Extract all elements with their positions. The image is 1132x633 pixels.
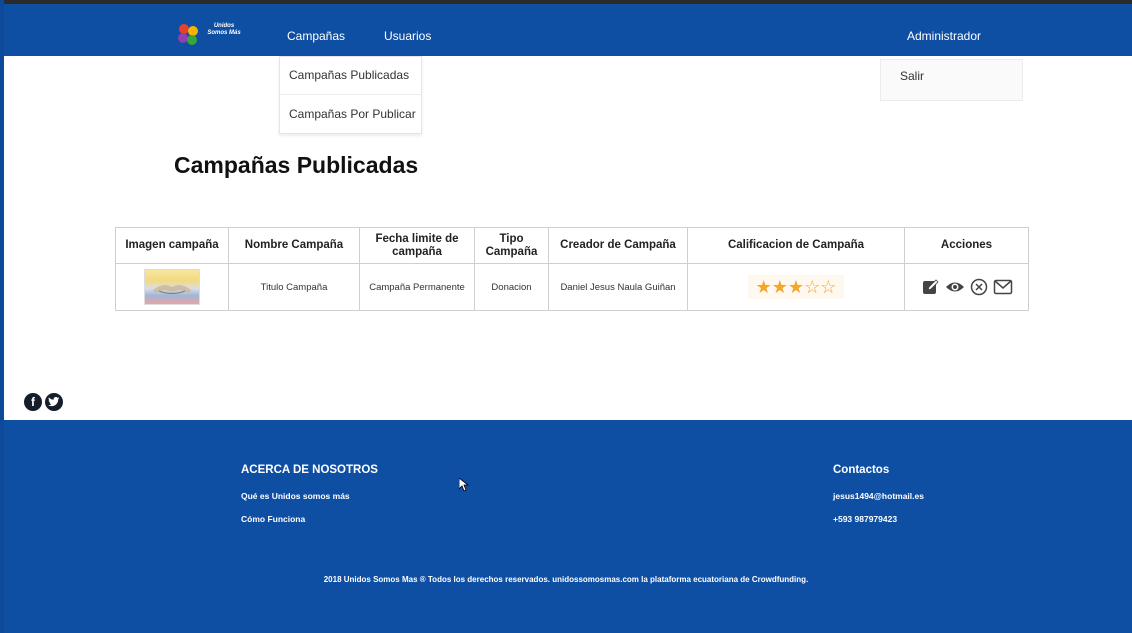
footer-link-que-es[interactable]: Qué es Unidos somos más xyxy=(241,491,350,501)
rating-stars[interactable]: ★★★☆☆ xyxy=(747,275,845,299)
social-links: f xyxy=(24,393,63,411)
cell-calificacion: ★★★☆☆ xyxy=(687,263,905,311)
campaign-thumbnail[interactable] xyxy=(144,269,200,305)
nav-administrador[interactable]: Administrador xyxy=(907,29,981,43)
col-imagen: Imagen campaña xyxy=(115,227,229,264)
col-creador: Creador de Campaña xyxy=(548,227,688,264)
twitter-icon[interactable] xyxy=(45,393,63,411)
footer-contact-phone: +593 987979423 xyxy=(833,514,898,524)
campaigns-dropdown: Campañas Publicadas Campañas Por Publica… xyxy=(279,56,422,134)
footer-link-como-funciona[interactable]: Cómo Funciona xyxy=(241,514,305,524)
table-row: Titulo Campaña Campaña Permanente Donaci… xyxy=(115,263,1029,311)
window-left-edge xyxy=(0,0,4,633)
star-empty-icon[interactable]: ☆ xyxy=(804,277,820,297)
top-navbar: Unidos Somos Más Campañas Usuarios Admin… xyxy=(0,4,1132,56)
star-filled-icon[interactable]: ★ xyxy=(772,277,788,297)
cell-tipo: Donacion xyxy=(474,263,549,311)
col-acciones: Acciones xyxy=(904,227,1029,264)
star-filled-icon[interactable]: ★ xyxy=(788,277,804,297)
edit-icon[interactable] xyxy=(921,277,941,297)
menu-item-campanas-publicadas[interactable]: Campañas Publicadas xyxy=(280,57,421,95)
campaigns-table: Imagen campaña Nombre Campaña Fecha limi… xyxy=(115,227,1029,311)
logo[interactable]: Unidos Somos Más xyxy=(174,20,246,50)
page-title: Campañas Publicadas xyxy=(174,152,419,178)
cell-acciones xyxy=(904,263,1029,311)
delete-icon[interactable] xyxy=(969,277,989,297)
message-icon[interactable] xyxy=(993,277,1013,297)
menu-item-salir[interactable]: Salir xyxy=(900,69,924,83)
cell-creador: Daniel Jesus Naula Guiñan xyxy=(548,263,688,311)
facebook-icon[interactable]: f xyxy=(24,393,42,411)
menu-item-campanas-por-publicar[interactable]: Campañas Por Publicar xyxy=(280,95,421,133)
col-calificacion: Calificacion de Campaña xyxy=(687,227,905,264)
handshake-image xyxy=(153,285,191,294)
cell-nombre: Titulo Campaña xyxy=(228,263,360,311)
view-icon[interactable] xyxy=(945,277,965,297)
col-nombre: Nombre Campaña xyxy=(228,227,360,264)
star-filled-icon[interactable]: ★ xyxy=(756,277,772,297)
col-fecha: Fecha limite de campaña xyxy=(359,227,475,264)
footer: ACERCA DE NOSOTROS Qué es Unidos somos m… xyxy=(0,420,1132,633)
cell-imagen xyxy=(115,263,229,311)
footer-contact-email[interactable]: jesus1494@hotmail.es xyxy=(833,491,924,501)
nav-campanas[interactable]: Campañas xyxy=(287,29,345,43)
user-dropdown: Salir xyxy=(880,59,1023,101)
nav-usuarios[interactable]: Usuarios xyxy=(384,29,431,43)
col-tipo: Tipo Campaña xyxy=(474,227,549,264)
footer-copyright: 2018 Unidos Somos Mas ® Todos los derech… xyxy=(323,575,809,584)
footer-contact-title: Contactos xyxy=(833,464,890,476)
cell-fecha: Campaña Permanente xyxy=(359,263,475,311)
star-empty-icon[interactable]: ☆ xyxy=(820,277,836,297)
footer-about-title: ACERCA DE NOSOTROS xyxy=(241,464,378,476)
logo-text: Unidos Somos Más xyxy=(207,23,241,36)
table-header-row: Imagen campaña Nombre Campaña Fecha limi… xyxy=(115,227,1029,264)
logo-icon xyxy=(178,24,198,45)
